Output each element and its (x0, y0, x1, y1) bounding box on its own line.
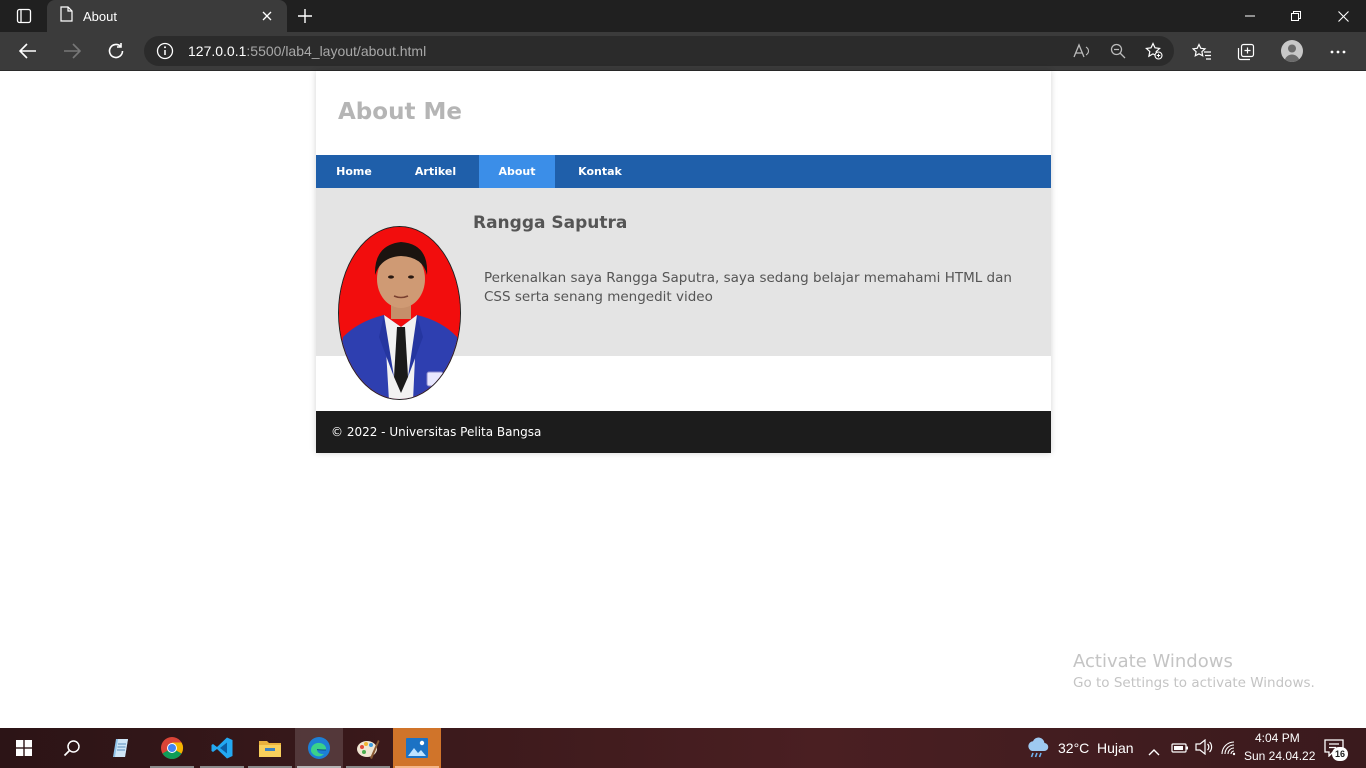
edge-icon[interactable] (295, 728, 343, 768)
search-icon[interactable] (48, 728, 96, 768)
content-area: Rangga Saputra Perkenalkan saya Rangga S… (316, 188, 1051, 400)
browser-toolbar: 127.0.0.1:5500/lab4_layout/about.html (0, 32, 1366, 71)
start-icon[interactable] (0, 728, 48, 768)
nav-home[interactable]: Home (316, 155, 392, 188)
photos-icon[interactable] (393, 728, 441, 768)
tab-title: About (83, 8, 117, 24)
clock-date[interactable]: Sun 24.04.22 (1244, 749, 1315, 763)
url-host: 127.0.0.1 (188, 43, 247, 59)
address-bar[interactable]: 127.0.0.1:5500/lab4_layout/about.html (144, 36, 1174, 66)
page-title: About Me (338, 99, 462, 125)
chevron-up-icon[interactable] (1148, 741, 1160, 760)
profile-photo (338, 226, 461, 400)
taskbar: 32°C Hujan 4:04 PM Sun 24.04.22 16 (0, 728, 1366, 768)
watermark-subtitle: Go to Settings to activate Windows. (1073, 675, 1315, 691)
battery-icon[interactable] (1171, 740, 1189, 759)
site-nav: Home Artikel About Kontak (316, 155, 1051, 188)
site-header: About Me (316, 71, 1051, 155)
vscode-icon[interactable] (198, 728, 246, 768)
watermark-title: Activate Windows (1073, 651, 1233, 672)
profile-intro: Perkenalkan saya Rangga Saputra, saya se… (484, 270, 1012, 305)
forward-icon[interactable] (57, 37, 87, 65)
browser-tab-about[interactable]: About (47, 0, 287, 32)
page-icon (59, 6, 73, 26)
zoom-icon[interactable] (1108, 41, 1128, 61)
nav-about[interactable]: About (479, 155, 555, 188)
notepad-icon[interactable] (98, 728, 146, 768)
minimize-icon[interactable] (1227, 0, 1273, 32)
restore-icon[interactable] (1273, 0, 1319, 32)
weather-icon[interactable] (1026, 737, 1050, 759)
collections-icon[interactable] (1234, 40, 1258, 64)
site-info-icon[interactable] (156, 42, 174, 60)
notification-badge: 16 (1332, 747, 1348, 761)
nav-artikel[interactable]: Artikel (392, 155, 479, 188)
browser-titlebar: About (0, 0, 1366, 32)
tab-actions-icon[interactable] (8, 4, 40, 28)
clock-time[interactable]: 4:04 PM (1255, 731, 1300, 745)
activation-watermark: Activate Windows Go to Settings to activ… (1073, 651, 1315, 691)
more-options-icon[interactable] (1326, 40, 1350, 64)
close-tab-icon[interactable] (257, 6, 277, 26)
chrome-icon[interactable] (148, 728, 196, 768)
footer-copyright: © 2022 - Universitas Pelita Bangsa (331, 425, 542, 439)
file-explorer-icon[interactable] (246, 728, 294, 768)
url-path: :5500/lab4_layout/about.html (246, 43, 427, 59)
wifi-icon[interactable] (1220, 740, 1236, 760)
weather-text[interactable]: Hujan (1097, 740, 1134, 756)
add-favorite-icon[interactable] (1144, 41, 1164, 61)
volume-icon[interactable] (1195, 738, 1213, 759)
read-aloud-icon[interactable] (1072, 41, 1092, 61)
paint-icon[interactable] (344, 728, 392, 768)
profile-avatar[interactable] (1281, 40, 1303, 62)
nav-kontak[interactable]: Kontak (555, 155, 645, 188)
favorites-icon[interactable] (1190, 40, 1214, 64)
refresh-icon[interactable] (101, 37, 131, 65)
new-tab-icon[interactable] (293, 4, 317, 28)
site-footer: © 2022 - Universitas Pelita Bangsa (316, 411, 1051, 453)
page-container: About Me Home Artikel About Kontak Rangg… (316, 71, 1051, 453)
url-text: 127.0.0.1:5500/lab4_layout/about.html (188, 43, 426, 59)
weather-temp[interactable]: 32°C (1058, 740, 1089, 756)
close-window-icon[interactable] (1320, 0, 1366, 32)
notification-icon[interactable]: 16 (1324, 739, 1348, 761)
profile-name: Rangga Saputra (473, 213, 628, 233)
back-icon[interactable] (13, 37, 43, 65)
